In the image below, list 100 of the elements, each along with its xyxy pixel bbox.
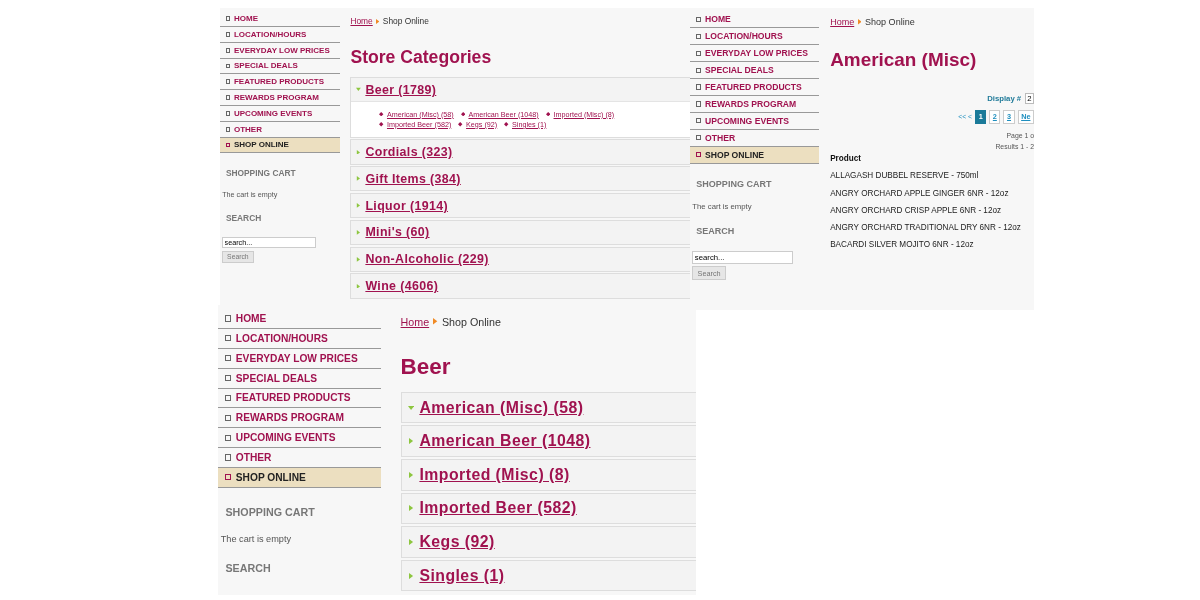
expander-triangle-icon[interactable] bbox=[356, 87, 361, 93]
square-bullet-icon bbox=[225, 63, 231, 69]
product-name-link[interactable]: ANGRY ORCHARD TRADITIONAL DRY 6NR - 12oz bbox=[830, 223, 1021, 233]
nav-item[interactable]: LOCATION/HOURS bbox=[218, 328, 382, 349]
square-bullet-icon bbox=[225, 95, 231, 100]
nav-item[interactable]: UPCOMING EVENTS bbox=[220, 105, 340, 122]
category-link[interactable]: Beer (1789) bbox=[365, 82, 437, 97]
expander-triangle-icon[interactable] bbox=[407, 404, 414, 411]
category-link[interactable]: Imported Beer (582) bbox=[419, 499, 577, 518]
page-title: American (Misc) bbox=[830, 48, 978, 71]
nav-item[interactable]: UPCOMING EVENTS bbox=[218, 428, 382, 449]
nav-item[interactable]: FEATURED PRODUCTS bbox=[690, 79, 819, 96]
category-link[interactable]: Cordials (323) bbox=[365, 145, 453, 160]
category-link[interactable]: Kegs (92) bbox=[419, 533, 495, 552]
category-link[interactable]: Imported (Misc) (8) bbox=[419, 465, 570, 484]
column-header: Product bbox=[830, 154, 862, 163]
expander-triangle-icon[interactable] bbox=[407, 471, 414, 478]
bullet-icon bbox=[379, 122, 384, 127]
breadcrumb-link[interactable]: Home bbox=[350, 16, 373, 27]
nav-item[interactable]: OTHER bbox=[218, 448, 382, 468]
product-name-link[interactable]: BACARDI SILVER MOJITO 6NR - 12oz bbox=[830, 240, 974, 250]
nav-item[interactable]: LOCATION/HOURS bbox=[220, 27, 340, 43]
nav-item[interactable]: EVERYDAY LOW PRICES bbox=[218, 348, 382, 369]
nav-item[interactable]: SPECIAL DEALS bbox=[690, 62, 819, 80]
category-link[interactable]: Singles (1) bbox=[419, 566, 505, 585]
square-bullet-icon bbox=[696, 33, 702, 39]
nav-item[interactable]: HOME bbox=[218, 309, 382, 329]
square-bullet-icon bbox=[225, 126, 231, 132]
square-bullet-icon bbox=[225, 315, 232, 322]
breadcrumb-arrow-icon bbox=[376, 18, 380, 24]
product-name-link[interactable]: ALLAGASH DUBBEL RESERVE - 750ml bbox=[830, 171, 979, 181]
page-title: Store Categories bbox=[350, 46, 493, 68]
nav-item[interactable]: OTHER bbox=[220, 121, 340, 138]
page-title: Beer bbox=[400, 353, 452, 380]
bullet-icon bbox=[545, 111, 551, 117]
square-bullet-icon bbox=[696, 118, 702, 124]
square-bullet-icon bbox=[225, 355, 232, 362]
shopping-cart-heading: SHOPPING CART bbox=[225, 167, 297, 178]
breadcrumb-arrow-icon bbox=[857, 19, 862, 25]
search-heading: SEARCH bbox=[225, 213, 263, 224]
expander-triangle-icon[interactable] bbox=[407, 572, 414, 579]
nav-item[interactable]: SPECIAL DEALS bbox=[220, 58, 340, 75]
square-bullet-icon bbox=[225, 142, 231, 148]
shopping-cart-heading: SHOPPING CART bbox=[225, 506, 316, 518]
nav-item[interactable]: REWARDS PROGRAM bbox=[690, 95, 819, 113]
expander-triangle-icon[interactable] bbox=[356, 203, 361, 208]
square-bullet-icon bbox=[696, 67, 702, 73]
search-heading: SEARCH bbox=[696, 226, 736, 237]
square-bullet-icon bbox=[225, 474, 232, 481]
square-bullet-icon bbox=[225, 375, 232, 382]
nav-item[interactable]: LOCATION/HOURS bbox=[690, 28, 819, 46]
category-link[interactable]: Mini's (60) bbox=[365, 225, 430, 240]
expander-triangle-icon[interactable] bbox=[356, 256, 361, 262]
breadcrumb-current: Shop Online bbox=[441, 315, 501, 328]
category-link[interactable]: Non-Alcoholic (229) bbox=[365, 252, 489, 267]
square-bullet-icon bbox=[225, 434, 232, 441]
expander-triangle-icon[interactable] bbox=[407, 438, 414, 445]
nav-item[interactable]: REWARDS PROGRAM bbox=[220, 90, 340, 106]
search-heading: SEARCH bbox=[225, 561, 272, 574]
square-bullet-icon bbox=[225, 454, 232, 461]
cart-status-text: The cart is empty bbox=[220, 533, 293, 544]
nav-item[interactable]: HOME bbox=[220, 11, 340, 27]
product-name-link[interactable]: ANGRY ORCHARD APPLE GINGER 6NR - 12oz bbox=[830, 188, 1009, 198]
nav-item[interactable]: FEATURED PRODUCTS bbox=[218, 388, 382, 409]
nav-item[interactable]: EVERYDAY LOW PRICES bbox=[690, 45, 819, 63]
expander-triangle-icon[interactable] bbox=[356, 149, 361, 155]
breadcrumb-current: Shop Online bbox=[382, 16, 429, 27]
nav-item[interactable]: SHOP ONLINE bbox=[218, 467, 382, 488]
bullet-icon bbox=[504, 122, 509, 127]
breadcrumb-link[interactable]: Home bbox=[400, 315, 430, 328]
expander-triangle-icon[interactable] bbox=[356, 176, 361, 182]
breadcrumb-current: Shop Online bbox=[865, 17, 915, 27]
breadcrumb-link[interactable]: Home bbox=[830, 17, 855, 27]
expander-triangle-icon[interactable] bbox=[356, 283, 361, 289]
category-link[interactable]: Gift Items (384) bbox=[365, 171, 461, 186]
square-bullet-icon bbox=[225, 110, 231, 116]
nav-item[interactable]: EVERYDAY LOW PRICES bbox=[220, 42, 340, 59]
product-name-link[interactable]: ANGRY ORCHARD CRISP APPLE 6NR - 12oz bbox=[830, 205, 1002, 215]
square-bullet-icon bbox=[696, 101, 702, 107]
expander-triangle-icon[interactable] bbox=[356, 230, 361, 235]
breadcrumb-arrow-icon bbox=[433, 318, 438, 325]
bullet-icon bbox=[460, 111, 466, 117]
expander-triangle-icon[interactable] bbox=[407, 539, 414, 546]
square-bullet-icon bbox=[696, 50, 702, 56]
category-link[interactable]: American Beer (1048) bbox=[419, 432, 591, 451]
category-link[interactable]: Wine (4606) bbox=[365, 278, 439, 293]
nav-item[interactable]: HOME bbox=[690, 11, 819, 29]
category-link[interactable]: Liquor (1914) bbox=[365, 198, 448, 213]
nav-item[interactable]: FEATURED PRODUCTS bbox=[220, 74, 340, 91]
nav-item[interactable]: UPCOMING EVENTS bbox=[690, 112, 819, 130]
category-link[interactable]: American (Misc) (58) bbox=[419, 398, 584, 417]
shopping-cart-heading: SHOPPING CART bbox=[696, 178, 773, 189]
nav-item[interactable]: OTHER bbox=[690, 129, 819, 147]
square-bullet-icon bbox=[696, 84, 702, 90]
square-bullet-icon bbox=[225, 47, 231, 53]
square-bullet-icon bbox=[225, 79, 231, 85]
nav-item[interactable]: SPECIAL DEALS bbox=[218, 368, 382, 389]
square-bullet-icon bbox=[225, 335, 232, 342]
expander-triangle-icon[interactable] bbox=[407, 505, 414, 512]
nav-item[interactable]: REWARDS PROGRAM bbox=[218, 408, 382, 429]
